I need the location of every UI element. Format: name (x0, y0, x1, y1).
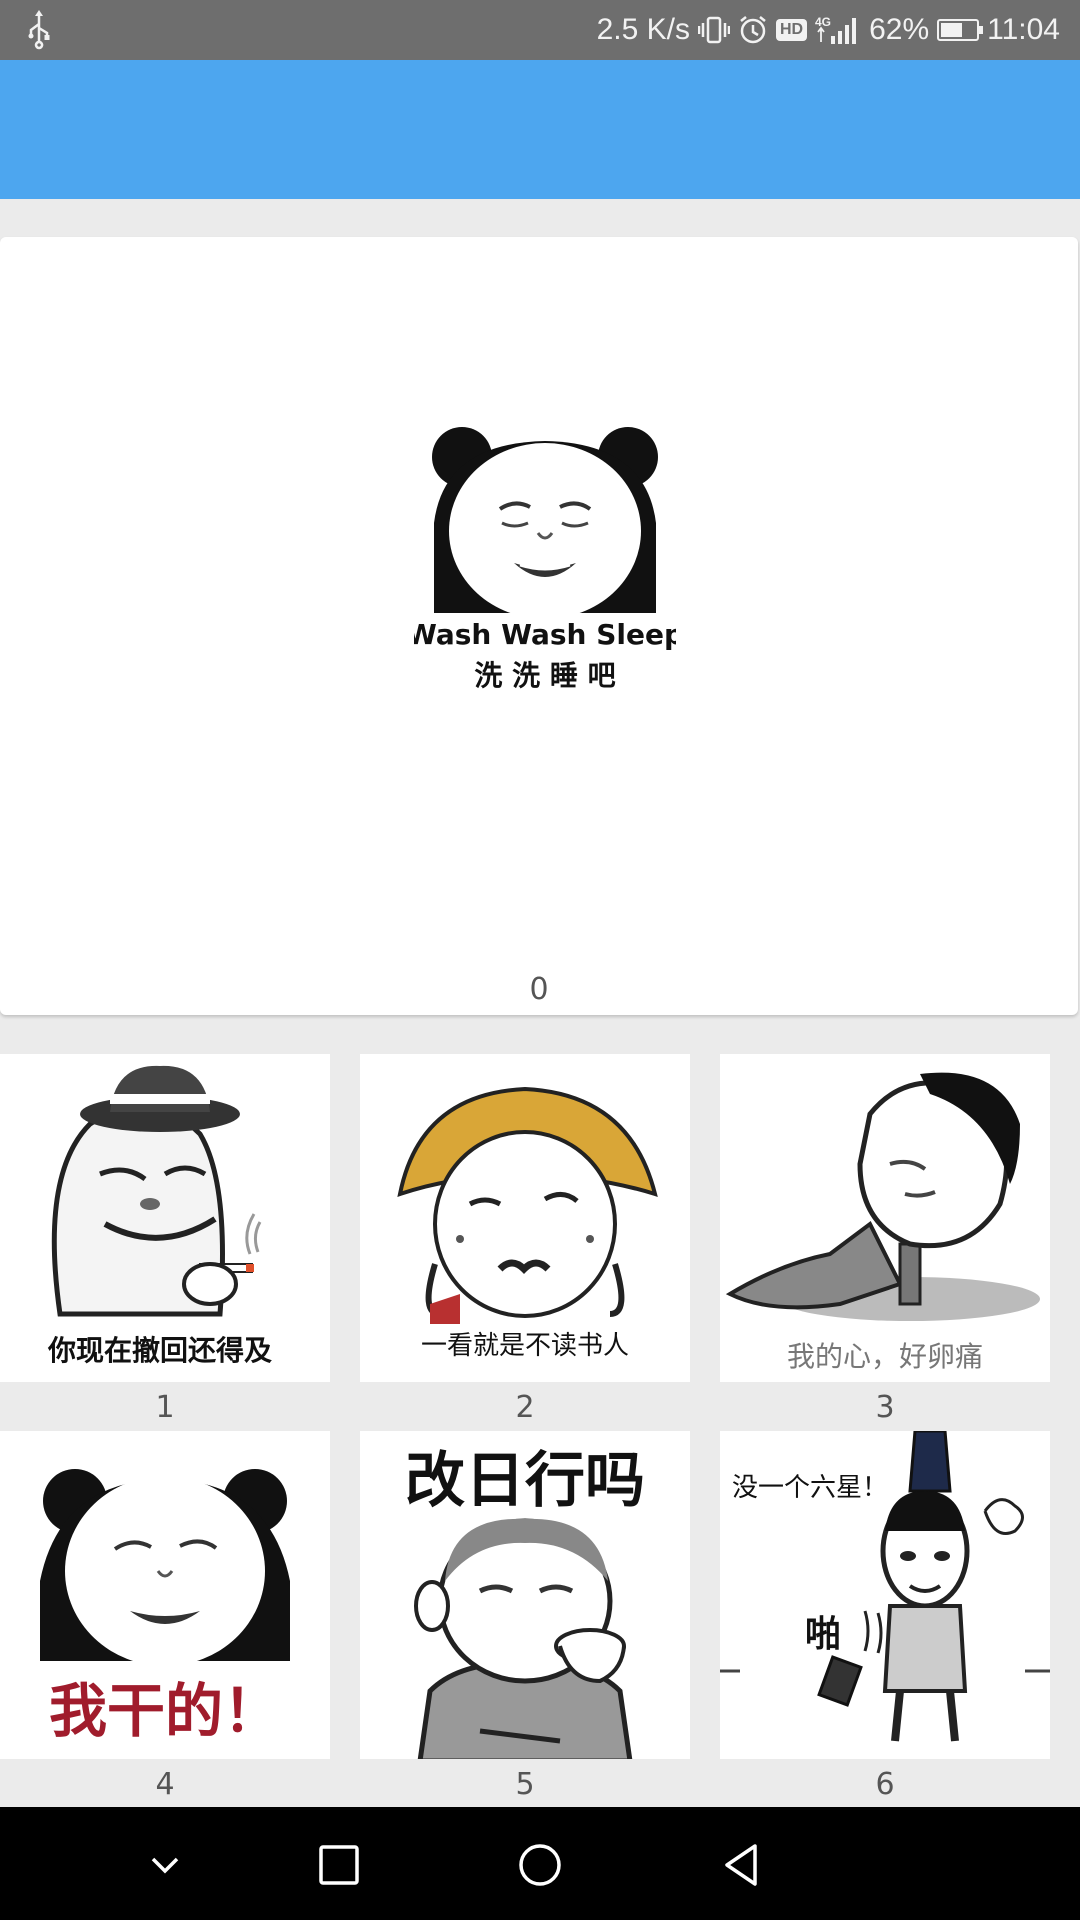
nav-recent-icon[interactable] (309, 1835, 369, 1895)
signal-icon: 4G (815, 14, 861, 46)
battery-percent: 62% (869, 13, 930, 46)
sticker-tile-6[interactable]: 没一个六星！ 啪 (720, 1431, 1050, 1759)
tile-index-3: 3 (875, 1390, 895, 1425)
tile-index-5: 5 (515, 1767, 535, 1802)
sticker-caption-6: 没一个六星！ (732, 1473, 888, 1503)
clock: 11:04 (987, 13, 1060, 46)
sticker-image-3: 我的心，好卵痛 (725, 1072, 1040, 1373)
sticker-tile-5[interactable]: 改日行吗 (360, 1431, 690, 1759)
nav-down-icon[interactable] (135, 1835, 195, 1895)
tile-index-6: 6 (875, 1767, 895, 1802)
featured-caption-zh: 洗 洗 睡 吧 (474, 659, 615, 692)
sticker-tile-4[interactable]: 我干的！ (0, 1431, 330, 1759)
battery-level-fill (941, 23, 963, 37)
usb-icon (28, 10, 50, 50)
sticker-caption-5: 改日行吗 (405, 1446, 645, 1516)
featured-caption-en: Wash Wash Sleep (414, 618, 676, 651)
sticker-image-5: 改日行吗 (405, 1446, 645, 1759)
featured-sticker-image: Wash Wash Sleep 洗 洗 睡 吧 (414, 427, 676, 692)
sticker-caption-2: 一看就是不读书人 (421, 1331, 629, 1361)
nav-back-icon[interactable] (711, 1835, 771, 1895)
featured-index-label: 0 (529, 972, 549, 1007)
sticker-caption-3: 我的心，好卵痛 (787, 1340, 983, 1373)
sticker-image-2: 一看就是不读书人 (397, 1086, 658, 1361)
nav-home-icon[interactable] (510, 1835, 570, 1895)
sticker-tile-1[interactable]: 你现在撤回还得及 (0, 1054, 330, 1382)
alarm-icon (738, 15, 768, 45)
sticker-image-6: 没一个六星！ 啪 (720, 1431, 1050, 1742)
sticker-image-4: 我干的！ (40, 1469, 290, 1745)
status-bar: 2.5 K/s HD 4G 62% 11:04 (0, 0, 1080, 60)
tile-index-1: 1 (155, 1390, 175, 1425)
vibrate-icon (697, 15, 730, 45)
featured-sticker-card[interactable]: Wash Wash Sleep 洗 洗 睡 吧 0 (0, 237, 1078, 1015)
navigation-bar (0, 1807, 1080, 1920)
sticker-caption-1: 你现在撤回还得及 (47, 1334, 272, 1367)
sticker-tile-2[interactable]: 一看就是不读书人 (360, 1054, 690, 1382)
sticker-sfx-6: 啪 (805, 1614, 841, 1655)
sticker-caption-4: 我干的！ (49, 1677, 281, 1745)
net-speed: 2.5 K/s (596, 13, 690, 46)
battery-charging-icon (937, 19, 984, 41)
sticker-tile-3[interactable]: 我的心，好卵痛 (720, 1054, 1050, 1382)
svg-text:4G: 4G (815, 15, 831, 29)
hd-icon: HD (775, 19, 808, 41)
tile-index-2: 2 (515, 1390, 535, 1425)
app-bar (0, 60, 1080, 199)
tile-index-4: 4 (155, 1767, 175, 1802)
sticker-image-1: 你现在撤回还得及 (47, 1065, 272, 1367)
